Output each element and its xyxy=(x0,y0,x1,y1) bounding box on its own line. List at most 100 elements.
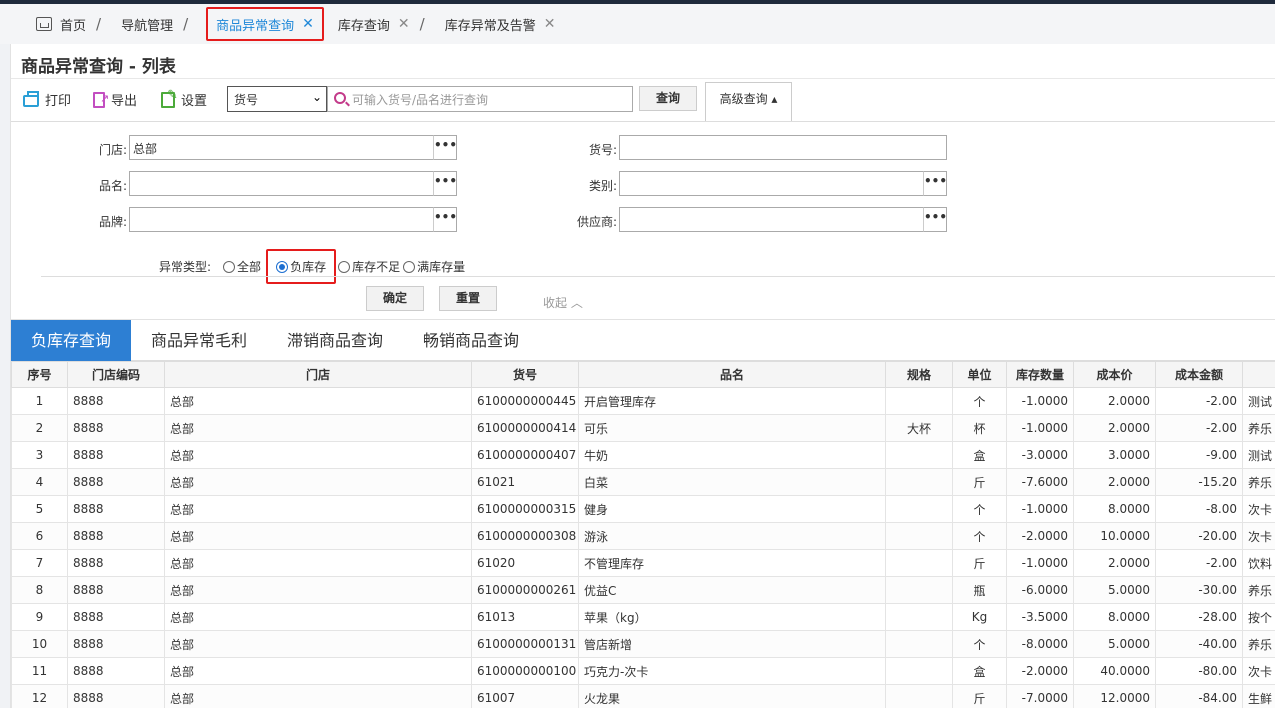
col-header-cost-price[interactable]: 成本价 xyxy=(1073,361,1156,388)
tab-stock-alert[interactable]: 库存异常及告警 ✕ xyxy=(437,9,564,39)
cell-item-no: 6100000000407 xyxy=(471,441,579,469)
brand-picker-button[interactable]: ••• xyxy=(433,207,457,232)
col-header-qty[interactable]: 库存数量 xyxy=(1006,361,1074,388)
cell-cost-amount: -84.00 xyxy=(1155,684,1243,708)
subtab-best-selling[interactable]: 畅销商品查询 xyxy=(403,320,539,361)
col-header-unit[interactable]: 单位 xyxy=(952,361,1007,388)
search-input[interactable]: 可输入货号/品名进行查询 xyxy=(327,86,633,112)
cell-name: 开启管理库存 xyxy=(578,387,886,415)
col-header-extra[interactable] xyxy=(1242,361,1275,388)
export-button[interactable]: 导出 xyxy=(93,90,137,109)
radio-circle[interactable] xyxy=(403,260,416,273)
col-header-index[interactable]: 序号 xyxy=(11,361,68,388)
advanced-query-button[interactable]: 高级查询 ▴ xyxy=(705,82,792,122)
settings-button[interactable]: 设置 xyxy=(161,88,208,109)
close-icon[interactable]: ✕ xyxy=(544,16,556,32)
cell-cost-price: 3.0000 xyxy=(1073,441,1156,469)
store-input[interactable]: 总部 xyxy=(129,135,434,160)
print-button[interactable]: 打印 xyxy=(23,90,71,109)
table-body: 1 8888 总部 6100000000445 开启管理库存个 -1.0000 2.0000… xyxy=(11,387,1275,708)
close-icon[interactable]: ✕ xyxy=(398,16,410,32)
table-row[interactable]: 10 8888 总部 6100000000131 管店新增 个 -8.0000 5.0000-… xyxy=(11,630,1275,658)
radio-low-stock[interactable]: 库存不足 xyxy=(338,258,400,275)
cell-store-code: 8888 xyxy=(67,549,165,577)
main-panel: 商品异常查询 - 列表 打印 导出 设置 货号 ⌄ 可输入货号/品名进行查询 查… xyxy=(10,44,1275,708)
cell-name: 健身 xyxy=(578,495,886,523)
cell-store: 总部 xyxy=(164,576,472,604)
result-table: 序号 门店编码 门店 货号 品名 规格 单位 库存数量 成本价 成本金额 1 88… xyxy=(11,361,1275,708)
table-row[interactable]: 11 8888 总部 6100000000100 巧克力-次卡 盒 -2.0000 40.00… xyxy=(11,657,1275,685)
cell-item-no: 6100000000445 xyxy=(471,387,579,415)
brand-input[interactable] xyxy=(129,207,434,232)
table-row[interactable]: 6 8888 总部 6100000000308 游泳 个 -2.0000 10.0000 -20… xyxy=(11,522,1275,550)
radio-circle[interactable] xyxy=(223,260,236,273)
table-row[interactable]: 3 8888 总部 6100000000407 牛奶 盒 -3.0000 3.0000 -9.0… xyxy=(11,441,1275,469)
subtab-negative-stock[interactable]: 负库存查询 xyxy=(11,320,131,361)
name-picker-button[interactable]: ••• xyxy=(433,171,457,196)
cell-index: 2 xyxy=(11,414,68,442)
divider xyxy=(41,276,1275,277)
cell-item-no: 6100000000414 xyxy=(471,414,579,442)
cell-qty: -2.0000 xyxy=(1006,657,1074,685)
query-button[interactable]: 查询 xyxy=(639,86,697,111)
tab-nav-management[interactable]: 导航管理 / xyxy=(113,9,200,39)
table-row[interactable]: 7 8888 总部 61020 不管理库存 斤 -1.0000 2.0000 -2.00 饮料 xyxy=(11,549,1275,577)
item-no-input[interactable] xyxy=(619,135,947,160)
cell-extra: 养乐 xyxy=(1242,576,1275,604)
col-header-cost-amount[interactable]: 成本金额 xyxy=(1155,361,1243,388)
cell-cost-price: 2.0000 xyxy=(1073,414,1156,442)
table-row[interactable]: 8 8888 总部 6100000000261 优益C 瓶 -6.0000 5.0000 -30… xyxy=(11,576,1275,604)
table-row[interactable]: 5 8888 总部 6100000000315 健身 个 -1.0000 8.0000 -8.0… xyxy=(11,495,1275,523)
supplier-picker-button[interactable]: ••• xyxy=(923,207,947,232)
reset-button[interactable]: 重置 xyxy=(439,286,497,311)
tab-home[interactable]: 首页 / xyxy=(28,9,113,39)
col-header-store[interactable]: 门店 xyxy=(164,361,472,388)
cell-cost-amount: -9.00 xyxy=(1155,441,1243,469)
store-picker-button[interactable]: ••• xyxy=(433,135,457,160)
subtab-anomaly-margin[interactable]: 商品异常毛利 xyxy=(131,320,267,361)
table-row[interactable]: 9 8888 总部 61013 苹果（kg） Kg -3.5000 8.0000 -28.00 按… xyxy=(11,603,1275,631)
supplier-input[interactable] xyxy=(619,207,924,232)
col-header-store-code[interactable]: 门店编码 xyxy=(67,361,165,388)
settings-label: 设置 xyxy=(181,94,208,109)
cell-index: 12 xyxy=(11,684,68,708)
col-header-name[interactable]: 品名 xyxy=(578,361,886,388)
category-picker-button[interactable]: ••• xyxy=(923,171,947,196)
category-input[interactable] xyxy=(619,171,924,196)
cell-store: 总部 xyxy=(164,684,472,708)
tab-stock-query[interactable]: 库存查询 ✕ / xyxy=(330,9,437,39)
search-field-select[interactable]: 货号 ⌄ xyxy=(227,86,327,112)
col-header-spec[interactable]: 规格 xyxy=(885,361,953,388)
table-row[interactable]: 1 8888 总部 6100000000445 开启管理库存 个 -1.0000 2.0000… xyxy=(11,387,1275,415)
radio-circle[interactable] xyxy=(338,260,351,273)
cell-cost-amount: -30.00 xyxy=(1155,576,1243,604)
col-header-item-no[interactable]: 货号 xyxy=(471,361,579,388)
divider xyxy=(11,78,1275,79)
collapse-toggle[interactable]: 收起 ︿ xyxy=(543,294,583,311)
cell-item-no: 6100000000261 xyxy=(471,576,579,604)
cell-index: 11 xyxy=(11,657,68,685)
radio-all[interactable]: 全部 xyxy=(223,258,261,275)
name-input[interactable] xyxy=(129,171,434,196)
cell-name: 优益C xyxy=(578,576,886,604)
divider xyxy=(11,121,1275,122)
subtab-slow-moving[interactable]: 滞销商品查询 xyxy=(267,320,403,361)
confirm-button[interactable]: 确定 xyxy=(366,286,424,311)
radio-low-stock-label: 库存不足 xyxy=(352,260,401,274)
cell-spec xyxy=(885,387,953,415)
table-row[interactable]: 4 8888 总部 61021 白菜 斤 -7.6000 2.0000 -15.20 养乐 xyxy=(11,468,1275,496)
radio-negative-stock[interactable]: 负库存 xyxy=(266,249,337,284)
radio-full-stock[interactable]: 满库存量 xyxy=(403,258,465,275)
table-row[interactable]: 12 8888 总部 61007 火龙果 斤 -7.0000 12.0000 -84.00 生鲜 xyxy=(11,684,1275,708)
tab-product-anomaly-label: 商品异常查询 xyxy=(216,18,295,34)
table-row[interactable]: 2 8888 总部 6100000000414 可乐 大杯杯 -1.0000 2.0000 -2… xyxy=(11,414,1275,442)
radio-circle-selected[interactable] xyxy=(276,260,289,273)
cell-spec xyxy=(885,468,953,496)
close-icon[interactable]: ✕ xyxy=(302,16,314,32)
cell-item-no: 61020 xyxy=(471,549,579,577)
tab-product-anomaly[interactable]: 商品异常查询 ✕ xyxy=(206,7,324,41)
radio-all-label: 全部 xyxy=(237,260,262,274)
cell-extra: 饮料 xyxy=(1242,549,1275,577)
cell-store: 总部 xyxy=(164,414,472,442)
cell-qty: -7.0000 xyxy=(1006,684,1074,708)
